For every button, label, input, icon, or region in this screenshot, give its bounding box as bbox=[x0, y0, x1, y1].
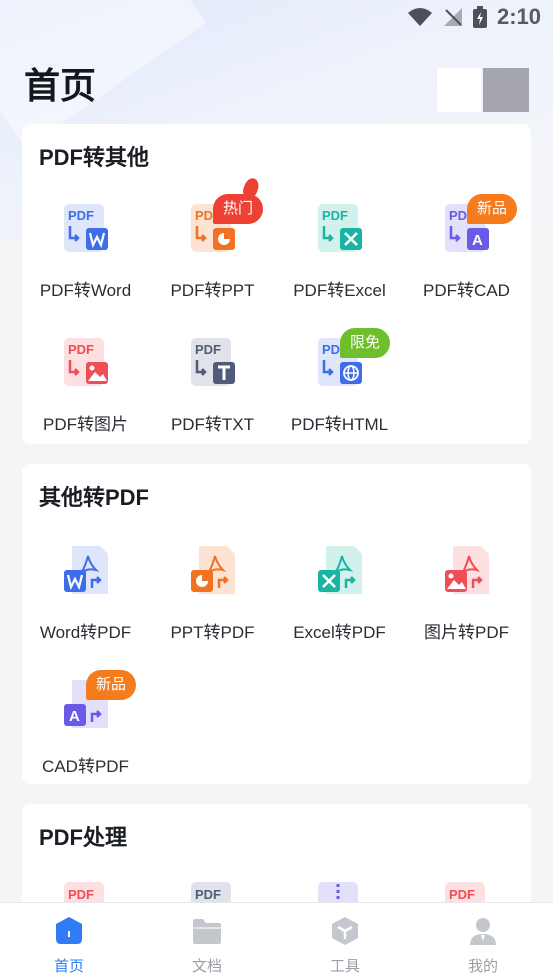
pdf-to-cad-button[interactable]: PDF A 新品 PDF转CAD bbox=[403, 188, 530, 308]
excel-to-pdf-icon bbox=[318, 546, 362, 594]
status-time: 2:10 bbox=[496, 4, 541, 29]
header-placeholder-gray[interactable] bbox=[483, 68, 529, 112]
image-to-pdf-icon bbox=[445, 546, 489, 594]
hot-badge: 热门 bbox=[213, 194, 264, 224]
tile-label: PDF转Word bbox=[39, 281, 132, 300]
svg-text:PDF: PDF bbox=[68, 342, 94, 357]
svg-text:PDF: PDF bbox=[68, 208, 94, 223]
tab-label: 首页 bbox=[53, 958, 84, 974]
tile-label: PDF转Excel bbox=[293, 281, 386, 300]
tab-tools[interactable]: 工具 bbox=[276, 903, 414, 974]
wifi-icon bbox=[407, 8, 432, 26]
pdf-tool-text: PDF bbox=[68, 887, 94, 902]
status-bar: 2:10 bbox=[0, 0, 553, 34]
tile-label: PDF转PPT bbox=[170, 281, 255, 300]
free-badge: 限免 bbox=[340, 328, 391, 358]
pdf-to-html-button[interactable]: PDF 限免 PDF转HTML bbox=[276, 322, 403, 442]
folder-icon bbox=[193, 919, 221, 944]
new-badge: 新品 bbox=[467, 194, 518, 224]
tab-label: 文档 bbox=[191, 958, 222, 974]
pdf-to-image-button[interactable]: PDF PDF转图片 bbox=[22, 322, 149, 442]
pdf-to-excel-button[interactable]: PDF PDF转Excel bbox=[276, 188, 403, 308]
pdf-to-word-icon: PDF bbox=[64, 204, 108, 252]
svg-text:PDF: PDF bbox=[195, 342, 221, 357]
tile-label: Word转PDF bbox=[39, 623, 132, 642]
pdf-tool-text: PDF bbox=[195, 887, 221, 902]
tile-label: PPT转PDF bbox=[170, 623, 255, 642]
new-badge: 新品 bbox=[86, 670, 137, 700]
other-to-pdf-card: 其他转PDF Word转PDF PPT转PDF Excel转PDF 图片转PDF… bbox=[22, 464, 531, 784]
pdf-to-excel-icon: PDF bbox=[318, 204, 362, 252]
profile-icon bbox=[470, 918, 496, 945]
image-to-pdf-button[interactable]: 图片转PDF bbox=[403, 530, 530, 650]
tab-label: 工具 bbox=[329, 958, 360, 974]
tile-label: 图片转PDF bbox=[424, 623, 509, 642]
tile-label: Excel转PDF bbox=[293, 623, 386, 642]
cad-to-pdf-button[interactable]: A 新品 CAD转PDF bbox=[22, 664, 149, 784]
tab-documents[interactable]: 文档 bbox=[138, 903, 276, 974]
page-header: 首页 bbox=[24, 60, 529, 116]
no-signal-icon bbox=[443, 8, 462, 26]
pdf-to-other-card: PDF转其他 PDF PDF转Word PDF 热门 PDF转PPT PDF P… bbox=[22, 124, 531, 444]
tile-label: PDF转TXT bbox=[170, 415, 255, 434]
ppt-to-pdf-icon bbox=[191, 546, 235, 594]
tab-profile[interactable]: 我的 bbox=[414, 903, 552, 974]
tab-home[interactable]: 首页 bbox=[0, 903, 138, 974]
pdf-to-image-icon: PDF bbox=[64, 338, 108, 386]
word-to-pdf-icon bbox=[64, 546, 108, 594]
tile-label: PDF转图片 bbox=[43, 415, 128, 434]
tab-label: 我的 bbox=[467, 958, 498, 974]
home-icon bbox=[56, 917, 82, 944]
pdf-to-txt-icon: PDF bbox=[191, 338, 235, 386]
word-to-pdf-button[interactable]: Word转PDF bbox=[22, 530, 149, 650]
bottom-tab-bar: 首页 文档 工具 我的 bbox=[0, 902, 553, 974]
section-title: 其他转PDF bbox=[39, 485, 150, 510]
pdf-to-ppt-button[interactable]: PDF 热门 PDF转PPT bbox=[149, 176, 276, 308]
ppt-to-pdf-button[interactable]: PPT转PDF bbox=[149, 530, 276, 650]
pdf-to-word-button[interactable]: PDF PDF转Word bbox=[22, 188, 149, 308]
svg-text:A: A bbox=[472, 232, 483, 249]
svg-text:PDF: PDF bbox=[322, 208, 348, 223]
excel-to-pdf-button[interactable]: Excel转PDF bbox=[276, 530, 403, 650]
section-title: PDF转其他 bbox=[39, 145, 150, 170]
svg-text:A: A bbox=[69, 708, 80, 725]
header-placeholder-white[interactable] bbox=[437, 68, 481, 112]
pdf-to-txt-button[interactable]: PDF PDF转TXT bbox=[149, 322, 276, 442]
battery-icon bbox=[472, 6, 487, 28]
tile-label: PDF转HTML bbox=[290, 415, 389, 434]
pdf-tool-text: PDF bbox=[449, 887, 475, 902]
tile-label: PDF转CAD bbox=[423, 281, 510, 300]
section-title: PDF处理 bbox=[39, 825, 128, 850]
tile-label: CAD转PDF bbox=[42, 757, 129, 776]
tools-icon bbox=[332, 917, 358, 945]
